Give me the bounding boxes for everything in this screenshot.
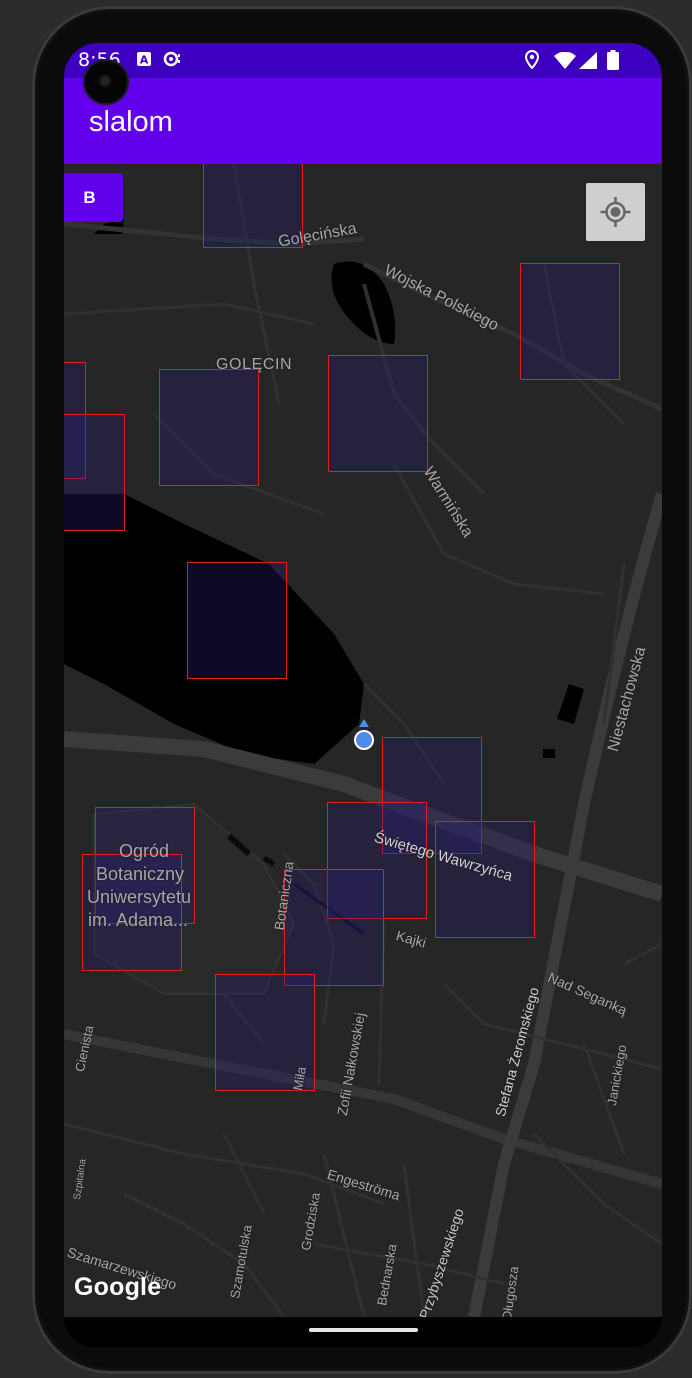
b-button-label: B	[83, 187, 96, 207]
slalom-zone	[328, 355, 428, 472]
my-location-dot	[354, 730, 374, 750]
home-gesture-handle[interactable]	[309, 1328, 418, 1332]
app-bar: slalom	[64, 78, 662, 164]
crosshair-icon	[600, 197, 631, 227]
front-camera	[83, 59, 129, 105]
navigation-bar	[64, 1317, 662, 1347]
slalom-zone	[187, 562, 287, 679]
device-screen: 8:56 A slalom	[64, 43, 662, 1347]
signal-icon	[579, 52, 597, 73]
slalom-zone	[64, 414, 125, 531]
my-location-button[interactable]	[586, 183, 645, 241]
sync-icon	[162, 51, 182, 71]
app-title: slalom	[89, 106, 173, 138]
poi-label: Botaniczny	[96, 864, 185, 884]
slalom-zone	[159, 369, 259, 486]
status-bar: 8:56 A	[64, 43, 662, 78]
poi-label: Uniwersytetu	[87, 887, 192, 907]
a-notification-icon: A	[136, 51, 152, 71]
poi-label: im. Adama...	[88, 910, 189, 930]
svg-text:A: A	[140, 54, 149, 67]
battery-icon	[607, 50, 619, 74]
district-label: GOLĘCIN	[216, 356, 293, 373]
location-icon	[524, 49, 540, 73]
map-view[interactable]: Golęcińska Wojska Polskiego GOLĘCIN Warm…	[64, 164, 662, 1317]
google-attribution[interactable]: Google	[74, 1273, 161, 1302]
slalom-zone	[435, 821, 535, 938]
wifi-icon	[554, 51, 576, 73]
poi-label: Ogród	[119, 841, 170, 861]
b-button[interactable]: B	[64, 173, 123, 222]
slalom-zone	[284, 869, 384, 986]
slalom-zone	[520, 263, 620, 380]
